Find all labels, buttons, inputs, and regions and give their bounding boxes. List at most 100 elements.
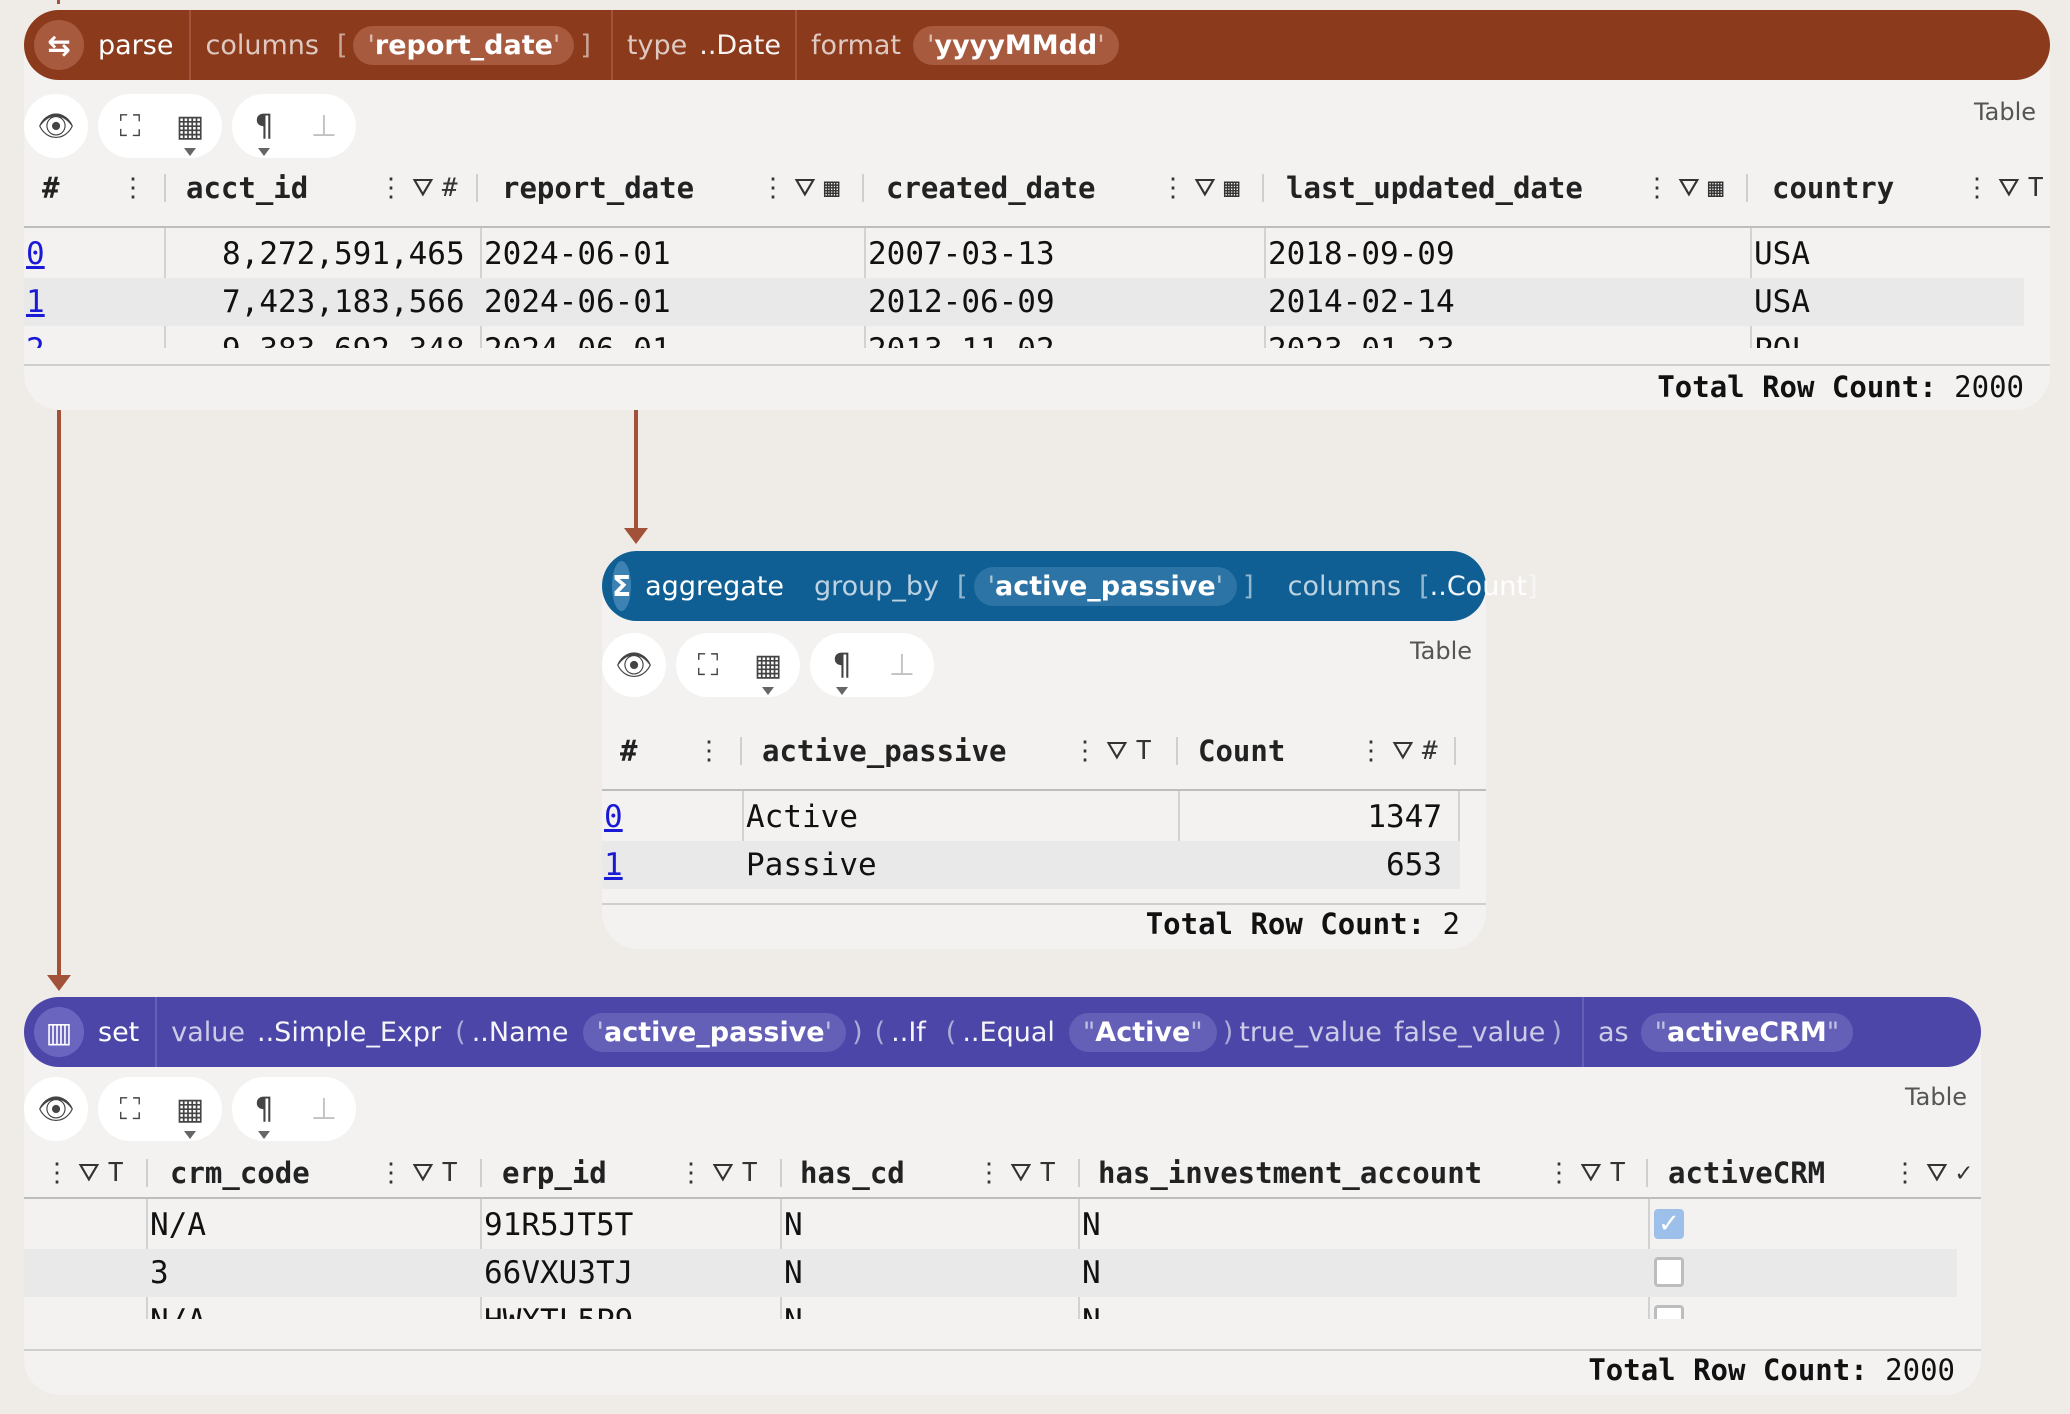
set-node: ▥ set value ..Simple_Expr ( ..Name 'acti… (24, 997, 1981, 1395)
eye-icon[interactable]: 👁 (32, 1085, 80, 1133)
column-header-last-updated-date[interactable]: last_updated_date (1286, 158, 1583, 218)
column-menu-icon[interactable]: ⋮ (696, 721, 722, 781)
add-column-icon[interactable]: ⊥ (878, 641, 926, 689)
equal-keyword[interactable]: ..Equal (962, 1017, 1055, 1048)
calendar-icon: ▦ (1223, 173, 1240, 203)
parse-header[interactable]: ⇆ parse columns [ 'report_date' ] type .… (24, 10, 2050, 80)
table-grid-icon[interactable]: ▦ (744, 641, 792, 695)
name-value-pill[interactable]: 'active_passive' (582, 1012, 847, 1052)
table-row[interactable]: N/A 91R5JT5T N N ✓ (24, 1201, 1957, 1249)
column-header-report-date[interactable]: report_date (502, 158, 694, 218)
column-controls[interactable]: ⋮ ⛛ T (976, 1143, 1056, 1203)
column-controls[interactable]: ⋮ ⛛ ▦ (1644, 158, 1724, 218)
column-header-active-passive[interactable]: active_passive (762, 721, 1006, 781)
total-row-count: Total Row Count: 2 (1146, 907, 1460, 941)
active-crm-checkbox[interactable] (1654, 1257, 1684, 1287)
add-column-icon[interactable]: ⊥ (300, 102, 348, 150)
column-controls[interactable]: ⋮ ⛛ ▦ (760, 158, 840, 218)
aggregate-header[interactable]: Σ aggregate group_by [ 'active_passive' … (602, 551, 1538, 621)
column-header-index[interactable]: # (620, 721, 637, 781)
view-mode-label[interactable]: Table (1410, 637, 1472, 665)
view-mode-label[interactable]: Table (1974, 98, 2036, 126)
column-header-count[interactable]: Count (1198, 721, 1285, 781)
cell-erp-id: 66VXU3TJ (484, 1255, 634, 1291)
table-grid-icon[interactable]: ▦ (166, 1085, 214, 1139)
fullscreen-icon[interactable]: ⛶ (106, 102, 154, 150)
total-row-count: Total Row Count: 2000 (1588, 1353, 1955, 1387)
column-controls[interactable]: ⋮ ⛛ T (1072, 721, 1152, 781)
column-header-has-investment-account[interactable]: has_investment_account (1098, 1143, 1482, 1203)
table-row[interactable]: 1 Passive 653 (602, 841, 1460, 889)
filter-icon: ⛛ (78, 1157, 100, 1188)
column-header-active-crm[interactable]: activeCRM (1668, 1143, 1825, 1203)
pilcrow-icon[interactable]: ¶ (240, 1085, 288, 1139)
name-keyword[interactable]: ..Name (472, 1017, 569, 1048)
columns-label: columns (205, 29, 319, 61)
row-index-link[interactable]: 0 (604, 799, 623, 835)
columns-value[interactable]: ..Count (1430, 571, 1527, 602)
false-value-label[interactable]: false_value (1394, 1017, 1545, 1048)
column-controls[interactable]: ⋮ ⛛ T (378, 1143, 458, 1203)
swap-arrows-icon[interactable]: ⇆ (34, 20, 84, 70)
table-row[interactable]: N/A HWXTL5P9 N N (24, 1297, 1957, 1319)
eye-icon[interactable]: 👁 (610, 641, 658, 689)
row-index-link[interactable]: 0 (26, 236, 45, 272)
column-menu-icon: ⋮ (1160, 173, 1186, 203)
row-index-link[interactable]: 1 (604, 847, 623, 883)
expr-type[interactable]: ..Simple_Expr (257, 1017, 441, 1048)
if-keyword[interactable]: ..If (891, 1017, 926, 1048)
header-divider (1454, 737, 1456, 765)
total-row-count-label: Total Row Count: (1588, 1353, 1868, 1387)
column-controls[interactable]: ⋮ ⛛ ▦ (1160, 158, 1240, 218)
parse-toolbar: 👁 ⛶ ▦ ¶ ⊥ (24, 94, 356, 158)
column-menu-icon[interactable]: ⋮ (120, 158, 146, 218)
type-value[interactable]: ..Date (699, 30, 781, 61)
row-index-link[interactable]: 2 (26, 332, 45, 348)
column-value-pill[interactable]: 'report_date' (353, 25, 575, 65)
column-controls[interactable]: ⋮ ⛛ ✓ (1892, 1143, 1972, 1203)
cell-last-updated-date: 2014-02-14 (1268, 284, 1455, 320)
add-column-icon[interactable]: ⊥ (300, 1085, 348, 1133)
column-header-acct-id[interactable]: acct_id (186, 158, 308, 218)
table-row[interactable]: 1 7,423,183,566 2024-06-01 2012-06-09 20… (24, 278, 2024, 326)
as-value-pill[interactable]: "activeCRM" (1640, 1012, 1854, 1052)
column-controls[interactable]: ⋮ ⛛ # (378, 158, 458, 218)
column-controls[interactable]: ⋮ ⛛ T (44, 1143, 124, 1203)
eye-icon[interactable]: 👁 (32, 102, 80, 150)
table-row[interactable]: 0 Active 1347 (602, 793, 1460, 841)
group-by-value-pill[interactable]: 'active_passive' (973, 566, 1238, 606)
cell-acct-id: 7,423,183,566 (222, 284, 465, 320)
table-row[interactable]: 0 8,272,591,465 2024-06-01 2007-03-13 20… (24, 230, 2050, 278)
equal-value-pill[interactable]: "Active" (1068, 1012, 1217, 1052)
true-value-label[interactable]: true_value (1239, 1017, 1382, 1048)
fullscreen-icon[interactable]: ⛶ (684, 641, 732, 689)
column-header-erp-id[interactable]: erp_id (502, 1143, 607, 1203)
table-row[interactable]: 3 66VXU3TJ N N (24, 1249, 1957, 1297)
add-column-icon[interactable]: ▥ (34, 1007, 84, 1057)
filter-icon: ⛛ (412, 172, 434, 203)
column-controls[interactable]: ⋮ ⛛ T (678, 1143, 758, 1203)
format-value-pill[interactable]: 'yyyyMMdd' (913, 25, 1119, 65)
table-row[interactable]: 2 9,383,692,348 2024-06-01 2013-11-02 20… (24, 326, 2050, 348)
active-crm-checkbox[interactable] (1654, 1305, 1684, 1319)
column-header-created-date[interactable]: created_date (886, 158, 1096, 218)
set-header[interactable]: ▥ set value ..Simple_Expr ( ..Name 'acti… (24, 997, 1981, 1067)
total-row-count-value: 2000 (1885, 1353, 1955, 1387)
column-header-index[interactable]: # (42, 158, 59, 218)
column-header-crm-code[interactable]: crm_code (170, 1143, 310, 1203)
table-grid-icon[interactable]: ▦ (166, 102, 214, 156)
column-controls[interactable]: ⋮ ⛛ # (1358, 721, 1438, 781)
column-controls[interactable]: ⋮ ⛛ T (1964, 158, 2044, 218)
pilcrow-icon[interactable]: ¶ (240, 102, 288, 156)
column-header-has-cd[interactable]: has_cd (800, 1143, 905, 1203)
aggregate-toolbar: 👁 ⛶ ▦ ¶ ⊥ (602, 633, 934, 697)
pilcrow-icon[interactable]: ¶ (818, 641, 866, 695)
sigma-icon[interactable]: Σ (612, 561, 632, 611)
column-controls[interactable]: ⋮ ⛛ T (1546, 1143, 1626, 1203)
fullscreen-icon[interactable]: ⛶ (106, 1085, 154, 1133)
column-header-country[interactable]: country (1772, 158, 1894, 218)
row-index-link[interactable]: 1 (26, 284, 45, 320)
active-crm-checkbox[interactable]: ✓ (1654, 1209, 1684, 1239)
paren-open: ( (945, 1016, 957, 1048)
view-mode-label[interactable]: Table (1905, 1083, 1967, 1111)
